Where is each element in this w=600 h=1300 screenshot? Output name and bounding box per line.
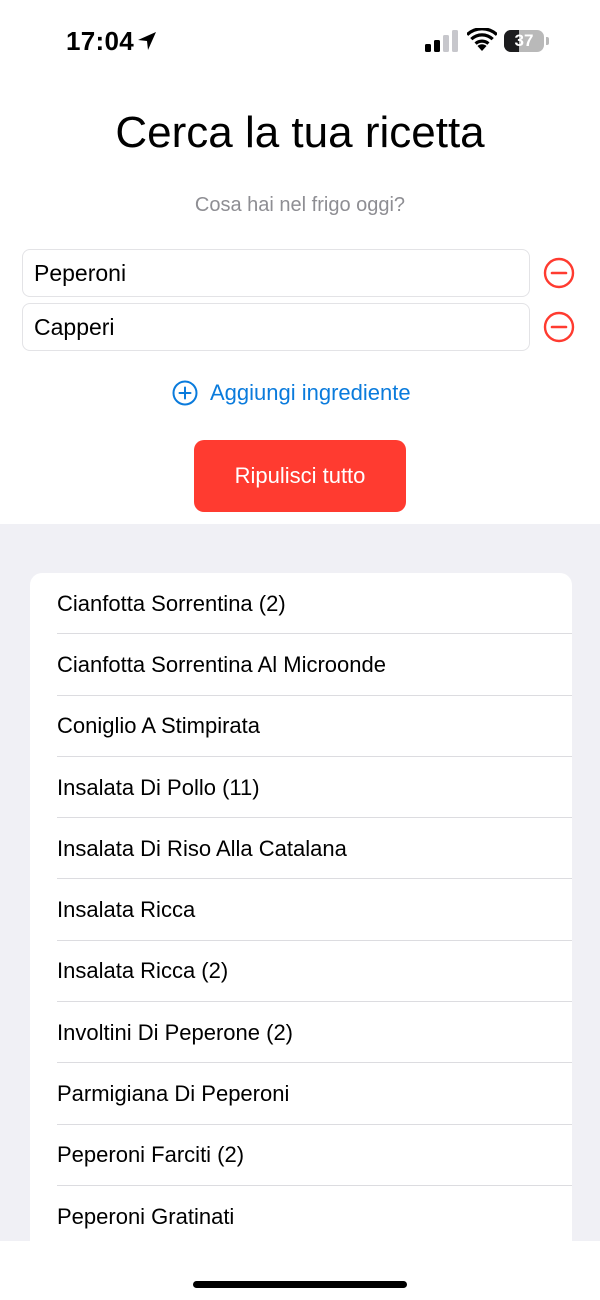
result-row[interactable]: Parmigiana Di Peperoni [30, 1063, 572, 1125]
result-row[interactable]: Cianfotta Sorrentina Al Microonde [30, 634, 572, 696]
ingredient-row [22, 249, 578, 297]
result-label: Insalata Di Pollo (11) [57, 774, 260, 800]
result-label: Coniglio A Stimpirata [57, 713, 260, 739]
result-label: Involtini Di Peperone (2) [57, 1019, 294, 1045]
results-area: Cianfotta Sorrentina (2) Cianfotta Sorren… [0, 524, 600, 1241]
result-label: Cianfotta Sorrentina (2) [57, 590, 286, 616]
app-screen: 17:04 37 Cerca la tua ricetta Cosa hai n… [0, 0, 600, 1300]
result-label: Cianfotta Sorrentina Al Microonde [57, 651, 386, 677]
result-row[interactable]: Peperoni Gratinati [30, 1186, 572, 1241]
result-label: Peperoni Gratinati [57, 1203, 235, 1229]
result-row[interactable]: Peperoni Farciti (2) [30, 1125, 572, 1187]
minus-circle-icon[interactable] [543, 311, 575, 343]
add-ingredient-label: Aggiungi ingrediente [210, 380, 411, 405]
status-bar: 17:04 37 [0, 0, 600, 82]
location-arrow-icon [138, 32, 156, 50]
result-label: Insalata Ricca [57, 897, 196, 923]
home-indicator[interactable] [193, 1281, 407, 1288]
plus-circle-icon [172, 380, 198, 406]
results-list: Cianfotta Sorrentina (2) Cianfotta Sorren… [30, 573, 572, 1241]
add-ingredient-button[interactable]: Aggiungi ingrediente [172, 378, 411, 408]
page-subtitle: Cosa hai nel frigo oggi? [194, 194, 406, 216]
result-row[interactable]: Coniglio A Stimpirata [30, 696, 572, 758]
result-row[interactable]: Insalata Ricca (2) [30, 941, 572, 1003]
ingredient-row [22, 303, 578, 351]
result-label: Peperoni Farciti (2) [57, 1142, 245, 1168]
result-row[interactable]: Involtini Di Peperone (2) [30, 1002, 572, 1064]
cellular-signal-icon [425, 30, 458, 52]
battery-body: 37 [504, 30, 544, 52]
battery-cap [546, 37, 549, 45]
minus-circle-icon[interactable] [543, 257, 575, 289]
result-row[interactable]: Insalata Di Pollo (11) [30, 757, 572, 819]
bottom-bar [0, 1241, 600, 1300]
result-label: Insalata Di Riso Alla Catalana [57, 835, 347, 861]
page-title: Cerca la tua ricetta [115, 108, 485, 157]
ingredient-field[interactable] [22, 303, 530, 351]
result-row[interactable]: Cianfotta Sorrentina (2) [30, 573, 572, 635]
result-label: Parmigiana Di Peperoni [57, 1081, 290, 1107]
battery-icon: 37 [504, 30, 550, 52]
result-label: Insalata Ricca (2) [57, 958, 229, 984]
ingredient-field[interactable] [22, 249, 530, 297]
clear-all-button[interactable]: Ripulisci tutto [194, 440, 406, 512]
result-row[interactable]: Insalata Di Riso Alla Catalana [30, 818, 572, 880]
status-time: 17:04 [66, 26, 134, 56]
battery-percentage: 37 [514, 31, 534, 50]
clear-all-label: Ripulisci tutto [234, 463, 366, 488]
result-row[interactable]: Insalata Ricca [30, 879, 572, 942]
wifi-icon [467, 28, 497, 51]
